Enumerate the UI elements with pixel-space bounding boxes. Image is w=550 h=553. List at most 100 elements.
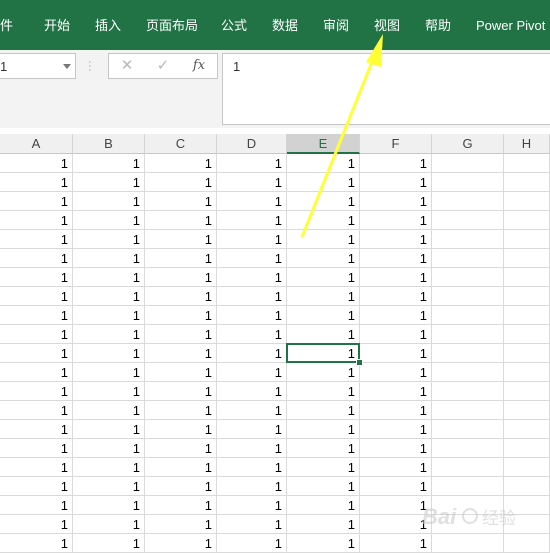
cell[interactable]: 1 [73,173,145,192]
cell[interactable]: 1 [73,534,145,553]
cell[interactable]: 1 [145,534,217,553]
cell[interactable] [432,477,504,496]
cell[interactable]: 1 [145,401,217,420]
cell[interactable]: 1 [360,230,432,249]
cell[interactable]: 1 [73,192,145,211]
cell[interactable]: 1 [0,458,73,477]
cell[interactable]: 1 [217,344,287,363]
cell[interactable]: 1 [287,230,360,249]
cell[interactable] [432,249,504,268]
cell[interactable]: 1 [145,154,217,173]
cell[interactable]: 1 [73,401,145,420]
cell[interactable]: 1 [217,287,287,306]
cell[interactable]: 1 [287,534,360,553]
cell[interactable]: 1 [360,420,432,439]
cell[interactable]: 1 [217,211,287,230]
cell[interactable]: 1 [287,477,360,496]
cell[interactable] [432,401,504,420]
check-icon[interactable]: ✓ [149,54,177,78]
cell[interactable]: 1 [360,287,432,306]
cell[interactable]: 1 [217,477,287,496]
cell[interactable] [432,306,504,325]
cell[interactable]: 1 [73,268,145,287]
cell[interactable]: 1 [217,268,287,287]
cell[interactable]: 1 [360,363,432,382]
cell[interactable] [504,420,550,439]
tab-view[interactable]: 视图 [374,16,400,36]
cell[interactable]: 1 [217,382,287,401]
cell[interactable]: 1 [0,363,73,382]
cell[interactable]: 1 [145,515,217,534]
cell[interactable]: 1 [0,173,73,192]
cell[interactable] [432,439,504,458]
cell[interactable]: 1 [0,192,73,211]
cell[interactable] [504,192,550,211]
cell[interactable]: 1 [217,173,287,192]
cell[interactable]: 1 [73,249,145,268]
cell[interactable]: 1 [360,192,432,211]
cell[interactable]: 1 [360,249,432,268]
cell[interactable]: 1 [73,382,145,401]
chevron-down-icon[interactable] [63,64,71,69]
cell[interactable]: 1 [217,534,287,553]
worksheet-grid[interactable]: 1111111111111111111111111111111111111111… [0,154,550,553]
tab-home[interactable]: 开始 [44,16,70,36]
cell[interactable]: 1 [0,325,73,344]
cell[interactable]: 1 [73,496,145,515]
cell[interactable]: 1 [0,249,73,268]
cell[interactable]: 1 [73,515,145,534]
cell[interactable]: 1 [287,306,360,325]
cell[interactable]: 1 [145,382,217,401]
cell[interactable]: 1 [0,268,73,287]
cell[interactable]: 1 [360,325,432,344]
cell[interactable] [432,344,504,363]
tab-page-layout[interactable]: 页面布局 [146,16,198,36]
cell[interactable]: 1 [73,420,145,439]
cell[interactable]: 1 [287,325,360,344]
cell[interactable]: 1 [145,249,217,268]
cross-icon[interactable]: ✕ [113,54,141,78]
cell[interactable]: 1 [287,515,360,534]
cell[interactable]: 1 [360,382,432,401]
cell[interactable]: 1 [145,477,217,496]
cell[interactable]: 1 [217,154,287,173]
insert-function-button[interactable]: fx [185,54,213,78]
tab-power-pivot[interactable]: Power Pivot [476,16,545,36]
cell[interactable]: 1 [217,325,287,344]
cell[interactable]: 1 [0,515,73,534]
cell[interactable]: 1 [360,268,432,287]
cell[interactable] [432,420,504,439]
cell[interactable] [432,458,504,477]
cell[interactable]: 1 [0,230,73,249]
cell[interactable] [504,154,550,173]
cell[interactable]: 1 [145,192,217,211]
cell[interactable]: 1 [73,306,145,325]
cell[interactable]: 1 [360,477,432,496]
cell[interactable] [504,382,550,401]
cell[interactable]: 1 [287,344,360,363]
cell[interactable]: 1 [0,382,73,401]
cell[interactable] [432,268,504,287]
cell[interactable] [504,268,550,287]
cell[interactable]: 1 [287,192,360,211]
cell[interactable] [432,287,504,306]
cell[interactable]: 1 [287,154,360,173]
name-box[interactable]: 1 [0,53,76,79]
cell[interactable]: 1 [73,439,145,458]
cell[interactable]: 1 [145,230,217,249]
tab-file[interactable]: 件 [0,16,13,36]
cell[interactable] [432,325,504,344]
cell[interactable] [432,211,504,230]
formula-input[interactable]: 1 [222,53,550,125]
cell[interactable]: 1 [145,363,217,382]
cell[interactable]: 1 [0,287,73,306]
tab-data[interactable]: 数据 [272,16,298,36]
cell[interactable]: 1 [360,439,432,458]
cell[interactable] [504,249,550,268]
cell[interactable]: 1 [217,249,287,268]
column-header-h[interactable]: H [504,134,550,154]
tab-formulas[interactable]: 公式 [221,16,247,36]
cell[interactable]: 1 [217,192,287,211]
cell[interactable]: 1 [287,268,360,287]
cell[interactable]: 1 [73,230,145,249]
